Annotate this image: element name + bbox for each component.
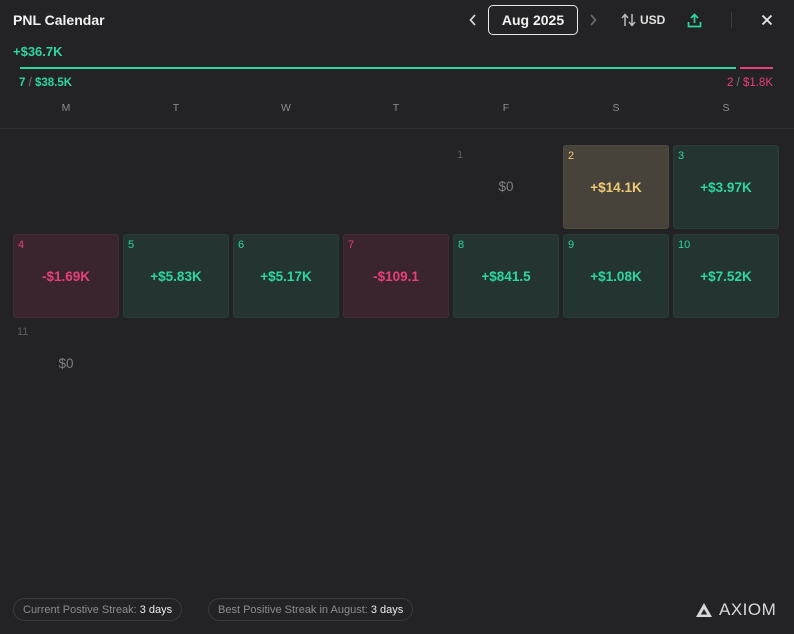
day-pnl: +$14.1K <box>590 180 642 195</box>
brand-logo: AXIOM <box>695 598 776 622</box>
weekday-sunday: S <box>722 102 730 114</box>
page-title: PNL Calendar <box>13 12 105 28</box>
axiom-logo-icon <box>696 603 712 617</box>
previous-month-button[interactable] <box>466 11 480 29</box>
weekday-divider <box>0 128 794 129</box>
total-pnl: +$36.7K <box>13 44 63 59</box>
header-divider <box>731 12 732 28</box>
positive-days-total: $38.5K <box>35 77 73 89</box>
currency-toggle[interactable]: USD <box>621 10 665 30</box>
weekday-tuesday: T <box>172 102 180 114</box>
current-streak-value: 3 days <box>139 603 173 616</box>
currency-label: USD <box>640 13 666 27</box>
calendar-day-8[interactable]: 8 +$841.5 <box>453 234 559 318</box>
best-streak-badge: Best Positive Streak in August: 3 days <box>208 598 414 621</box>
weekday-friday: F <box>502 102 510 114</box>
day-pnl: +$1.08K <box>590 269 642 284</box>
negative-ratio-bar <box>740 67 773 69</box>
day-number: 3 <box>678 150 685 162</box>
negative-days-stat: 2 / $1.8K <box>726 77 773 89</box>
day-pnl: +$5.83K <box>150 269 202 284</box>
current-streak-badge: Current Postive Streak: 3 days <box>13 598 183 621</box>
day-number: 2 <box>568 150 575 162</box>
close-button[interactable] <box>758 10 776 30</box>
calendar-day-6[interactable]: 6 +$5.17K <box>233 234 339 318</box>
month-label: Aug 2025 <box>501 12 565 28</box>
day-pnl: +$841.5 <box>481 269 531 284</box>
calendar-day-7[interactable]: 7 -$109.1 <box>343 234 449 318</box>
day-pnl: +$5.17K <box>260 269 312 284</box>
calendar-day-3[interactable]: 3 +$3.97K <box>673 145 779 229</box>
close-icon <box>761 14 773 26</box>
calendar-day-5[interactable]: 5 +$5.83K <box>123 234 229 318</box>
swap-vertical-icon <box>621 13 636 27</box>
current-streak-label: Current Postive Streak: <box>23 603 137 616</box>
calendar-day-9[interactable]: 9 +$1.08K <box>563 234 669 318</box>
day-number: 7 <box>348 239 355 251</box>
weekday-wednesday: W <box>281 102 291 114</box>
best-streak-value: 3 days <box>370 603 404 616</box>
day-number: 8 <box>458 239 465 251</box>
chevron-right-icon <box>590 14 597 26</box>
next-month-button[interactable] <box>586 11 600 29</box>
calendar-day-11[interactable]: 11 $0 <box>13 322 119 406</box>
chevron-left-icon <box>469 14 476 26</box>
weekday-thursday: T <box>392 102 400 114</box>
day-pnl: +$3.97K <box>700 180 752 195</box>
calendar-day-1[interactable]: 1 $0 <box>453 145 559 229</box>
weekday-monday: M <box>61 102 71 114</box>
day-pnl: -$1.69K <box>41 269 91 284</box>
day-number: 6 <box>238 239 245 251</box>
best-streak-label: Best Positive Streak in August: <box>218 603 368 616</box>
day-pnl: -$109.1 <box>373 269 419 284</box>
day-number: 9 <box>568 239 575 251</box>
day-number: 1 <box>457 149 464 161</box>
day-number: 5 <box>128 239 135 251</box>
day-number: 11 <box>17 326 29 338</box>
upload-share-icon <box>687 12 701 27</box>
calendar-day-4[interactable]: 4 -$1.69K <box>13 234 119 318</box>
day-number: 4 <box>18 239 25 251</box>
positive-ratio-bar <box>20 67 736 69</box>
weekday-saturday: S <box>612 102 620 114</box>
day-pnl: +$7.52K <box>700 269 752 284</box>
positive-days-stat: 7 / $38.5K <box>19 77 73 89</box>
month-selector[interactable]: Aug 2025 <box>488 5 578 35</box>
calendar-day-10[interactable]: 10 +$7.52K <box>673 234 779 318</box>
brand-name: AXIOM <box>719 600 777 619</box>
day-number: 10 <box>678 239 691 251</box>
share-button[interactable] <box>685 10 703 30</box>
calendar-day-2[interactable]: 2 +$14.1K <box>563 145 669 229</box>
negative-days-total: $1.8K <box>742 77 773 89</box>
day-pnl: $0 <box>58 356 74 371</box>
day-pnl: $0 <box>498 179 514 194</box>
